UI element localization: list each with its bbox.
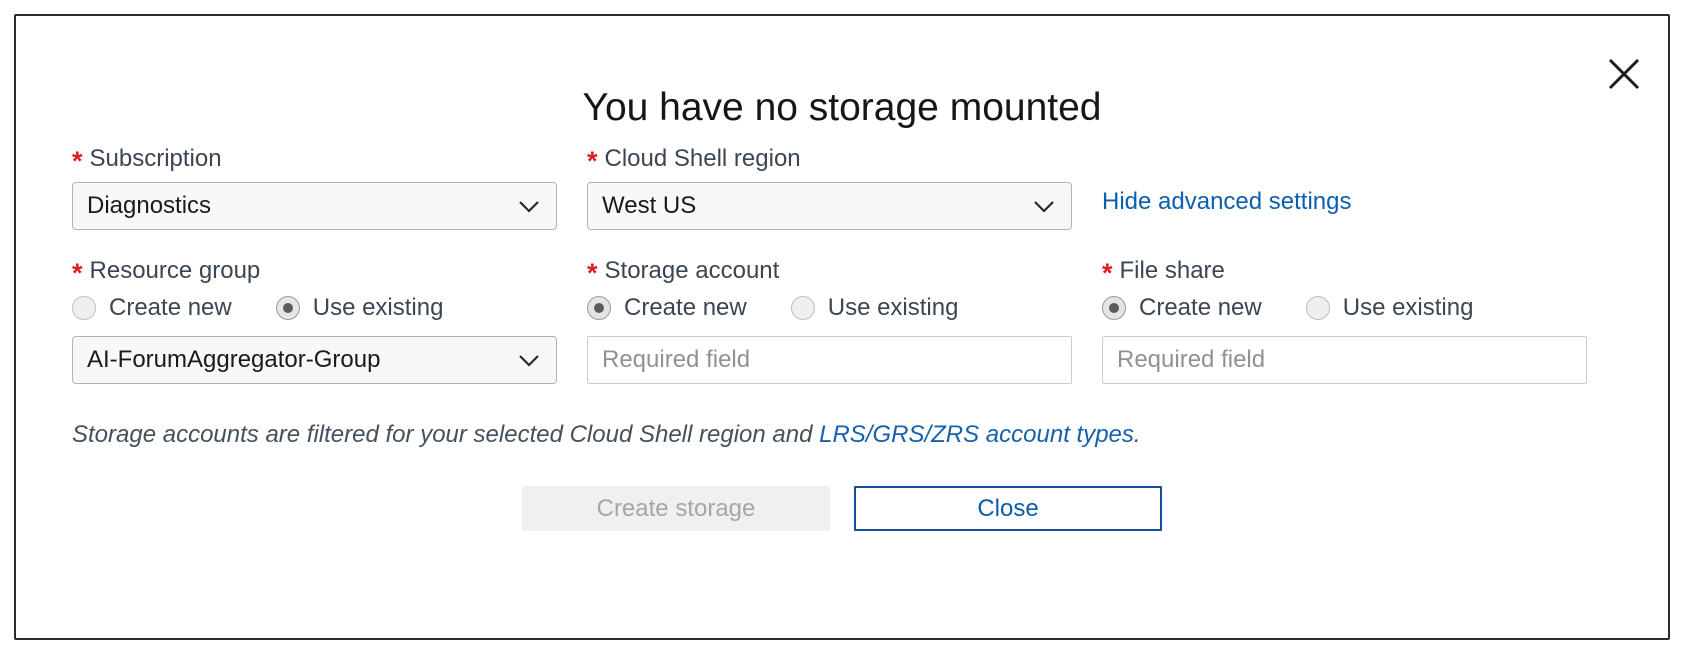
file-share-label: * File share bbox=[1102, 256, 1587, 288]
account-types-link[interactable]: LRS/GRS/ZRS account types bbox=[819, 421, 1134, 448]
storage-account-radio-group: Create new Use existing bbox=[587, 294, 1072, 322]
row-spacer bbox=[72, 230, 1617, 256]
storage-form: * Subscription Diagnostics * Cloud Shell… bbox=[72, 144, 1617, 384]
storage-account-field: * Storage account Create new Use existin… bbox=[587, 256, 1072, 384]
file-share-radio-create-new-label: Create new bbox=[1139, 294, 1262, 321]
storage-account-radio-use-existing-label: Use existing bbox=[827, 294, 959, 321]
chevron-down-icon bbox=[1034, 201, 1054, 213]
resource-group-radio-create-new-label: Create new bbox=[109, 294, 232, 321]
region-select[interactable]: West US bbox=[587, 182, 1072, 230]
region-label: * Cloud Shell region bbox=[587, 144, 1072, 176]
dialog-actions: Create storage Close bbox=[16, 486, 1668, 531]
file-share-radio-use-existing-label: Use existing bbox=[1342, 294, 1474, 321]
filter-note: Storage accounts are filtered for your s… bbox=[72, 421, 1141, 449]
required-asterisk-icon: * bbox=[72, 146, 83, 176]
required-asterisk-icon: * bbox=[587, 146, 598, 176]
subscription-value: Diagnostics bbox=[87, 192, 212, 219]
required-asterisk-icon: * bbox=[1102, 258, 1113, 288]
region-field: * Cloud Shell region West US bbox=[587, 144, 1072, 230]
resource-group-field: * Resource group Create new Use existing bbox=[72, 256, 557, 384]
page-title: You have no storage mounted bbox=[582, 86, 1102, 129]
subscription-select[interactable]: Diagnostics bbox=[72, 182, 557, 230]
storage-account-label-text: Storage account bbox=[604, 257, 780, 284]
form-row-2: * Resource group Create new Use existing bbox=[72, 256, 1617, 384]
filter-note-prefix: Storage accounts are filtered for your s… bbox=[72, 421, 820, 448]
subscription-label-text: Subscription bbox=[89, 145, 222, 172]
file-share-label-text: File share bbox=[1119, 257, 1225, 284]
radio-indicator-icon bbox=[587, 296, 611, 320]
storage-mount-dialog: You have no storage mounted * Subscripti… bbox=[14, 14, 1670, 640]
file-share-radio-create-new[interactable]: Create new bbox=[1102, 294, 1262, 322]
resource-group-radio-use-existing[interactable]: Use existing bbox=[275, 294, 444, 322]
storage-account-input[interactable]: Required field bbox=[587, 336, 1072, 384]
resource-group-label: * Resource group bbox=[72, 256, 557, 288]
radio-indicator-icon bbox=[1102, 296, 1126, 320]
close-button[interactable]: Close bbox=[854, 486, 1162, 531]
required-asterisk-icon: * bbox=[587, 258, 598, 288]
chevron-down-icon bbox=[519, 355, 539, 367]
subscription-field: * Subscription Diagnostics bbox=[72, 144, 557, 230]
required-asterisk-icon: * bbox=[72, 258, 83, 288]
resource-group-radio-group: Create new Use existing bbox=[72, 294, 557, 322]
file-share-radio-use-existing[interactable]: Use existing bbox=[1305, 294, 1474, 322]
storage-account-radio-use-existing[interactable]: Use existing bbox=[790, 294, 959, 322]
file-share-placeholder: Required field bbox=[1117, 346, 1266, 373]
toggle-advanced-settings-link[interactable]: Hide advanced settings bbox=[1102, 178, 1352, 226]
create-storage-button[interactable]: Create storage bbox=[522, 486, 830, 531]
resource-group-select[interactable]: AI-ForumAggregator-Group bbox=[72, 336, 557, 384]
radio-indicator-icon bbox=[275, 296, 300, 320]
radio-indicator-icon bbox=[790, 296, 815, 320]
chevron-down-icon bbox=[519, 201, 539, 213]
storage-account-radio-create-new-label: Create new bbox=[624, 294, 747, 321]
resource-group-radio-use-existing-label: Use existing bbox=[312, 294, 444, 321]
filter-note-suffix: . bbox=[1133, 421, 1141, 448]
subscription-label: * Subscription bbox=[72, 144, 557, 176]
radio-indicator-icon bbox=[1305, 296, 1330, 320]
resource-group-value: AI-ForumAggregator-Group bbox=[87, 346, 381, 373]
advanced-settings-area: Hide advanced settings bbox=[1102, 144, 1572, 230]
file-share-input[interactable]: Required field bbox=[1102, 336, 1587, 384]
region-label-text: Cloud Shell region bbox=[604, 145, 801, 172]
resource-group-radio-create-new[interactable]: Create new bbox=[72, 294, 232, 322]
storage-account-placeholder: Required field bbox=[602, 346, 751, 373]
storage-account-radio-create-new[interactable]: Create new bbox=[587, 294, 747, 322]
page-root: You have no storage mounted * Subscripti… bbox=[0, 0, 1686, 656]
file-share-field: * File share Create new Use existing Req… bbox=[1102, 256, 1587, 384]
resource-group-label-text: Resource group bbox=[89, 257, 261, 284]
form-row-1: * Subscription Diagnostics * Cloud Shell… bbox=[72, 144, 1617, 230]
storage-account-label: * Storage account bbox=[587, 256, 1072, 288]
radio-indicator-icon bbox=[72, 296, 96, 320]
region-value: West US bbox=[602, 192, 697, 219]
file-share-radio-group: Create new Use existing bbox=[1102, 294, 1587, 322]
